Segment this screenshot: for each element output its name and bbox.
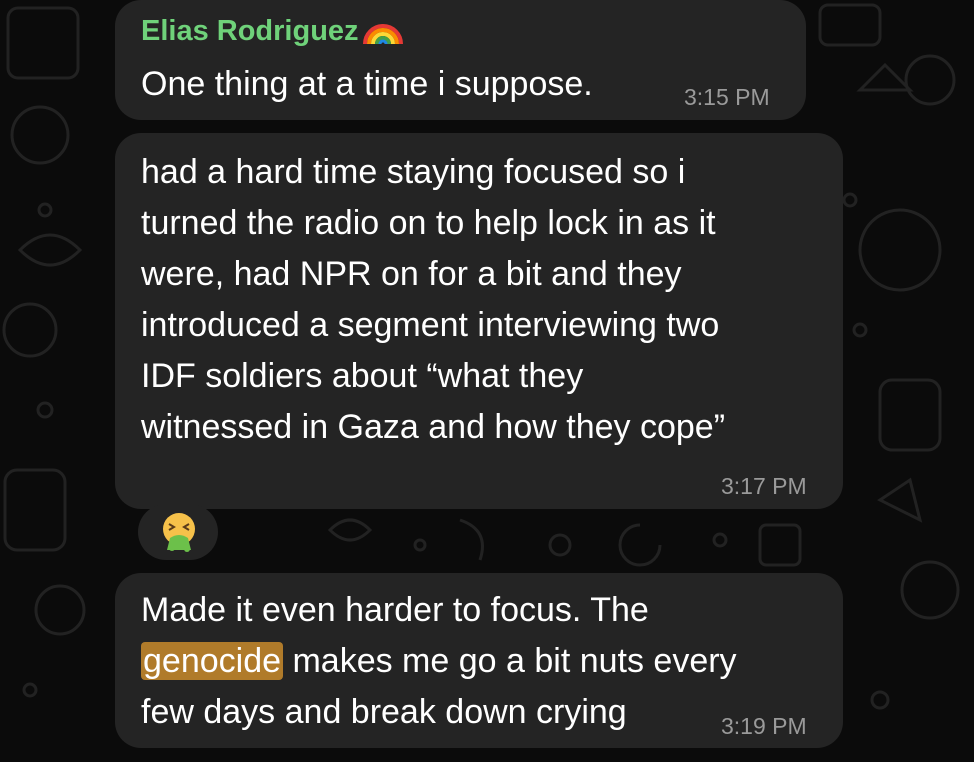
message-line: turned the radio on to help lock in as i…	[141, 204, 716, 242]
message-line: introduced a segment interviewing two	[141, 306, 720, 344]
message-line: witnessed in Gaza and how they cope”	[141, 408, 726, 446]
message-bubble-1[interactable]: Elias Rodriguez One thing at a time i su…	[115, 0, 806, 120]
message-line: few days and break down crying	[141, 693, 627, 731]
message-line: had a hard time staying focused so i	[141, 153, 686, 191]
message-timestamp: 3:15 PM	[684, 84, 770, 110]
highlighted-word[interactable]: genocide	[141, 642, 284, 680]
message-timestamp: 3:19 PM	[721, 713, 807, 739]
message-bubble-2[interactable]: had a hard time staying focused so i tur…	[115, 133, 843, 509]
message-line: IDF soldiers about “what they	[141, 357, 584, 395]
message-timestamp: 3:17 PM	[721, 473, 807, 499]
message-line: genocide makes me go a bit nuts every	[141, 642, 737, 680]
message-text: One thing at a time i suppose.	[141, 65, 593, 103]
sender-name[interactable]: Elias Rodriguez	[141, 14, 405, 48]
vomiting-face-emoji-icon	[163, 513, 195, 552]
rainbow-icon	[362, 24, 403, 44]
message-line: Made it even harder to focus. The	[141, 591, 649, 629]
reaction-badge[interactable]	[138, 504, 218, 560]
message-bubble-3[interactable]: Made it even harder to focus. The genoci…	[115, 573, 843, 748]
message-line: were, had NPR on for a bit and they	[141, 255, 682, 293]
